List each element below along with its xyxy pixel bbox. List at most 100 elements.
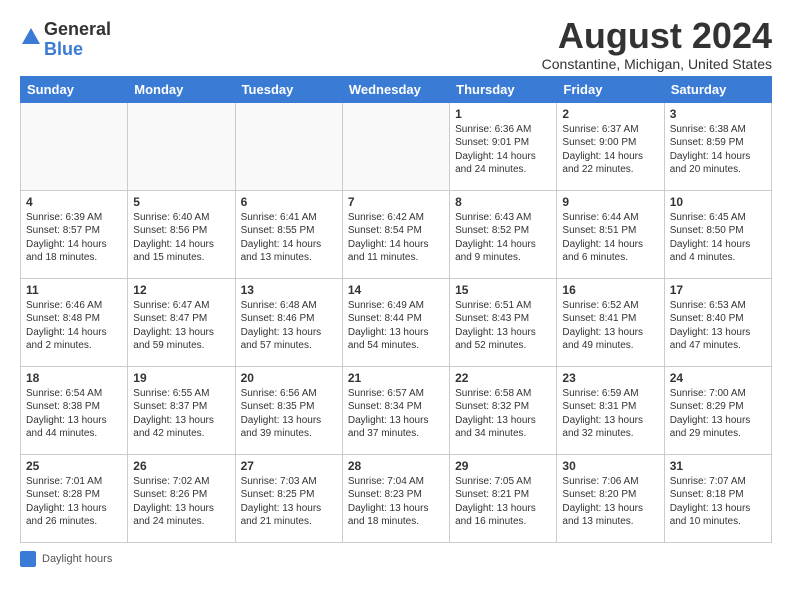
calendar-cell: 3Sunrise: 6:38 AMSunset: 8:59 PMDaylight…	[664, 102, 771, 190]
cell-date-number: 2	[562, 107, 658, 121]
calendar-cell	[235, 102, 342, 190]
cell-info: Sunrise: 6:47 AMSunset: 8:47 PMDaylight:…	[133, 299, 229, 353]
calendar-cell: 30 Sunrise: 7:06 AMSunset: 8:20 PMDayligh…	[557, 454, 664, 542]
cell-info: Sunrise: 7:03 AMSunset: 8:25 PMDaylight:…	[241, 475, 337, 529]
calendar-cell: 14 Sunrise: 6:49 AMSunset: 8:44 PMDayligh…	[342, 278, 449, 366]
calendar-cell: 5Sunrise: 6:40 AMSunset: 8:56 PMDaylight…	[128, 190, 235, 278]
calendar-cell: 8 Sunrise: 6:43 AMSunset: 8:52 PMDaylight…	[450, 190, 557, 278]
cell-info: Sunrise: 6:49 AMSunset: 8:44 PMDaylight:…	[348, 299, 444, 353]
cell-date-number: 4	[26, 195, 122, 209]
calendar-cell: 31 Sunrise: 7:07 AMSunset: 8:18 PMDayligh…	[664, 454, 771, 542]
cell-date-number: 20	[241, 371, 337, 385]
daylight-color-swatch	[20, 551, 36, 567]
calendar-cell: 7 Sunrise: 6:42 AMSunset: 8:54 PMDaylight…	[342, 190, 449, 278]
cell-info: Sunrise: 6:44 AMSunset: 8:51 PMDaylight:…	[562, 211, 658, 265]
cell-info: Sunrise: 6:39 AMSunset: 8:57 PMDaylight:…	[26, 211, 122, 265]
cell-info: Sunrise: 6:41 AMSunset: 8:55 PMDaylight:…	[241, 211, 337, 265]
cell-date-number: 11	[26, 283, 122, 297]
cell-date-number: 1	[455, 107, 551, 121]
cell-date-number: 30	[562, 459, 658, 473]
calendar-week-row: 18Sunrise: 6:54 AMSunset: 8:38 PMDayligh…	[21, 366, 772, 454]
cell-info: Sunrise: 6:58 AMSunset: 8:32 PMDaylight:…	[455, 387, 551, 441]
calendar-header-wednesday: Wednesday	[342, 76, 449, 102]
calendar-cell: 29 Sunrise: 7:05 AMSunset: 8:21 PMDayligh…	[450, 454, 557, 542]
cell-date-number: 7	[348, 195, 444, 209]
calendar-week-row: 4 Sunrise: 6:39 AMSunset: 8:57 PMDaylight…	[21, 190, 772, 278]
title-area: August 2024 Constantine, Michigan, Unite…	[542, 16, 772, 72]
cell-info: Sunrise: 7:01 AMSunset: 8:28 PMDaylight:…	[26, 475, 122, 529]
calendar-cell: 1 Sunrise: 6:36 AMSunset: 9:01 PMDaylight…	[450, 102, 557, 190]
cell-info: Sunrise: 6:37 AMSunset: 9:00 PMDaylight:…	[562, 123, 658, 177]
cell-info: Sunrise: 7:04 AMSunset: 8:23 PMDaylight:…	[348, 475, 444, 529]
month-title: August 2024	[542, 16, 772, 56]
footer: Daylight hours	[20, 551, 772, 567]
cell-date-number: 18	[26, 371, 122, 385]
cell-date-number: 19	[133, 371, 229, 385]
calendar-header-friday: Friday	[557, 76, 664, 102]
cell-date-number: 17	[670, 283, 766, 297]
cell-date-number: 15	[455, 283, 551, 297]
calendar-cell: 4 Sunrise: 6:39 AMSunset: 8:57 PMDaylight…	[21, 190, 128, 278]
calendar-cell: 24Sunrise: 7:00 AMSunset: 8:29 PMDayligh…	[664, 366, 771, 454]
cell-date-number: 26	[133, 459, 229, 473]
calendar-cell: 9 Sunrise: 6:44 AMSunset: 8:51 PMDaylight…	[557, 190, 664, 278]
daylight-hours-label: Daylight hours	[42, 553, 112, 565]
header: General Blue August 2024 Constantine, Mi…	[20, 16, 772, 72]
calendar-cell: 11 Sunrise: 6:46 AMSunset: 8:48 PMDayligh…	[21, 278, 128, 366]
cell-date-number: 24	[670, 371, 766, 385]
logo-general-text: General	[44, 20, 111, 40]
cell-info: Sunrise: 6:45 AMSunset: 8:50 PMDaylight:…	[670, 211, 766, 265]
cell-info: Sunrise: 7:07 AMSunset: 8:18 PMDaylight:…	[670, 475, 766, 529]
cell-info: Sunrise: 6:43 AMSunset: 8:52 PMDaylight:…	[455, 211, 551, 265]
cell-info: Sunrise: 6:53 AMSunset: 8:40 PMDaylight:…	[670, 299, 766, 353]
cell-info: Sunrise: 7:06 AMSunset: 8:20 PMDaylight:…	[562, 475, 658, 529]
cell-date-number: 6	[241, 195, 337, 209]
calendar-cell: 27 Sunrise: 7:03 AMSunset: 8:25 PMDayligh…	[235, 454, 342, 542]
cell-date-number: 9	[562, 195, 658, 209]
calendar-header-thursday: Thursday	[450, 76, 557, 102]
calendar-cell: 13Sunrise: 6:48 AMSunset: 8:46 PMDayligh…	[235, 278, 342, 366]
cell-info: Sunrise: 6:48 AMSunset: 8:46 PMDaylight:…	[241, 299, 337, 353]
cell-info: Sunrise: 6:52 AMSunset: 8:41 PMDaylight:…	[562, 299, 658, 353]
cell-info: Sunrise: 6:42 AMSunset: 8:54 PMDaylight:…	[348, 211, 444, 265]
cell-info: Sunrise: 6:36 AMSunset: 9:01 PMDaylight:…	[455, 123, 551, 177]
cell-date-number: 25	[26, 459, 122, 473]
calendar-cell: 16Sunrise: 6:52 AMSunset: 8:41 PMDayligh…	[557, 278, 664, 366]
cell-date-number: 12	[133, 283, 229, 297]
logo-blue-text: Blue	[44, 40, 111, 60]
cell-info: Sunrise: 6:46 AMSunset: 8:48 PMDaylight:…	[26, 299, 122, 353]
calendar-cell: 12 Sunrise: 6:47 AMSunset: 8:47 PMDayligh…	[128, 278, 235, 366]
calendar-cell: 20Sunrise: 6:56 AMSunset: 8:35 PMDayligh…	[235, 366, 342, 454]
calendar-cell: 23 Sunrise: 6:59 AMSunset: 8:31 PMDayligh…	[557, 366, 664, 454]
cell-date-number: 22	[455, 371, 551, 385]
calendar-cell: 15 Sunrise: 6:51 AMSunset: 8:43 PMDayligh…	[450, 278, 557, 366]
cell-info: Sunrise: 6:51 AMSunset: 8:43 PMDaylight:…	[455, 299, 551, 353]
calendar-header-row: SundayMondayTuesdayWednesdayThursdayFrid…	[21, 76, 772, 102]
cell-date-number: 23	[562, 371, 658, 385]
cell-info: Sunrise: 6:59 AMSunset: 8:31 PMDaylight:…	[562, 387, 658, 441]
cell-date-number: 31	[670, 459, 766, 473]
cell-date-number: 8	[455, 195, 551, 209]
cell-info: Sunrise: 6:38 AMSunset: 8:59 PMDaylight:…	[670, 123, 766, 177]
cell-date-number: 29	[455, 459, 551, 473]
calendar-week-row: 25 Sunrise: 7:01 AMSunset: 8:28 PMDayligh…	[21, 454, 772, 542]
cell-date-number: 27	[241, 459, 337, 473]
calendar-cell: 10Sunrise: 6:45 AMSunset: 8:50 PMDayligh…	[664, 190, 771, 278]
calendar-header-sunday: Sunday	[21, 76, 128, 102]
cell-date-number: 14	[348, 283, 444, 297]
calendar-header-monday: Monday	[128, 76, 235, 102]
cell-info: Sunrise: 7:05 AMSunset: 8:21 PMDaylight:…	[455, 475, 551, 529]
calendar-cell: 18Sunrise: 6:54 AMSunset: 8:38 PMDayligh…	[21, 366, 128, 454]
cell-info: Sunrise: 6:57 AMSunset: 8:34 PMDaylight:…	[348, 387, 444, 441]
cell-date-number: 21	[348, 371, 444, 385]
logo: General Blue	[20, 20, 111, 60]
calendar-table: SundayMondayTuesdayWednesdayThursdayFrid…	[20, 76, 772, 543]
logo-icon	[20, 26, 42, 53]
calendar-cell	[21, 102, 128, 190]
calendar-cell: 2 Sunrise: 6:37 AMSunset: 9:00 PMDaylight…	[557, 102, 664, 190]
calendar-week-row: 11 Sunrise: 6:46 AMSunset: 8:48 PMDayligh…	[21, 278, 772, 366]
calendar-cell: 28Sunrise: 7:04 AMSunset: 8:23 PMDayligh…	[342, 454, 449, 542]
cell-info: Sunrise: 6:40 AMSunset: 8:56 PMDaylight:…	[133, 211, 229, 265]
calendar-cell: 21 Sunrise: 6:57 AMSunset: 8:34 PMDayligh…	[342, 366, 449, 454]
calendar-cell: 26Sunrise: 7:02 AMSunset: 8:26 PMDayligh…	[128, 454, 235, 542]
